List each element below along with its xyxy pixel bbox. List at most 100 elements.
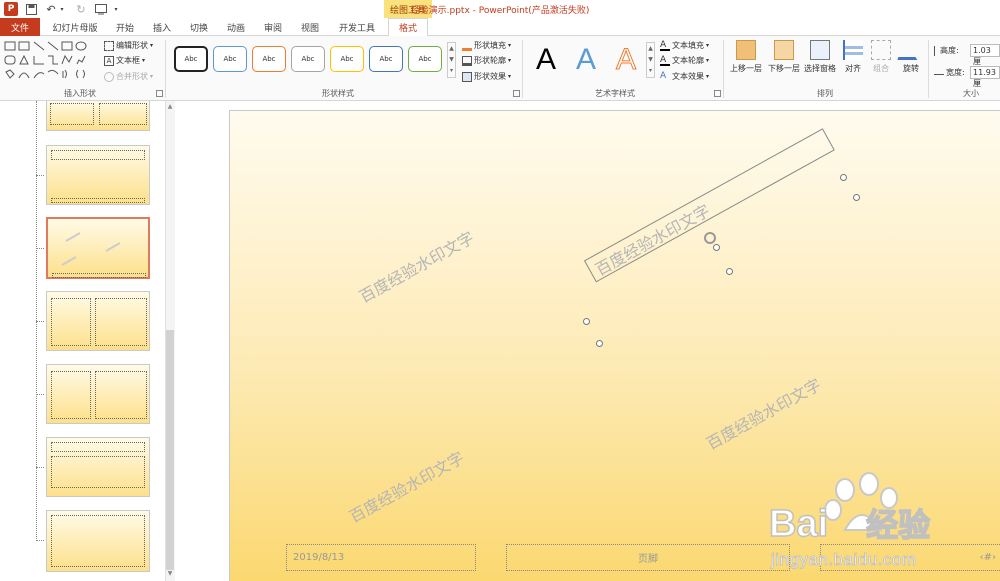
ribbon-tab-bar: 文件 幻灯片母版 开始 插入 切换 动画 审阅 视图 开发工具 格式 [0, 18, 1000, 37]
text-effects-button[interactable]: A 文本效果 ▾ [660, 71, 709, 82]
text-fill-button[interactable]: A 文本填充 ▾ [660, 40, 709, 51]
text-outline-icon: A [660, 55, 670, 66]
title-bar: P ↶ ▾ ↻ ▾ 绘图工具 经验演示.pptx - PowerPoint(产品… [0, 0, 1000, 18]
shape-effects-button[interactable]: 形状效果 ▾ [462, 71, 511, 82]
layout-tree-tick [36, 540, 44, 541]
footer-placeholder[interactable]: 页脚 [506, 544, 790, 571]
shape-outline-button[interactable]: 形状轮廓 ▾ [462, 55, 511, 66]
tab-view[interactable]: 视图 [295, 18, 325, 36]
ribbon: 编辑形状 ▾ A 文本框 ▾ 合并形状 ▾ 插入形状 Abc Abc Abc Abc A… [0, 36, 1000, 101]
scrollbar-thumb[interactable] [166, 330, 174, 570]
scroll-up-icon[interactable]: ▲ [166, 103, 174, 111]
edit-shape-button[interactable]: 编辑形状 ▾ [104, 40, 153, 51]
baidu-logo-text: Bai 经验 [768, 502, 931, 546]
layout-tree-tick [36, 394, 44, 395]
baidu-jingyan-watermark: Bai 经验 jingyan.baidu.com [765, 470, 1000, 581]
resize-handle[interactable] [713, 244, 720, 251]
shape-style-preset-4[interactable]: Abc [291, 46, 325, 72]
slide-thumbnail[interactable] [46, 101, 150, 131]
slide-thumbnail[interactable] [46, 291, 150, 351]
text-effects-icon: A [660, 70, 667, 81]
wordart-launcher[interactable] [714, 90, 721, 97]
height-field[interactable]: 1.03 厘 [970, 44, 1000, 66]
text-fill-icon: A [660, 40, 670, 51]
group-icon [871, 40, 891, 60]
bring-forward-button[interactable]: 上移一层 [726, 40, 766, 88]
wordart-group-label: 艺术字样式 [595, 89, 635, 98]
slide-thumbnail[interactable] [46, 145, 150, 205]
scroll-down-icon[interactable]: ▼ [166, 570, 174, 578]
shape-style-preset-2[interactable]: Abc [213, 46, 247, 72]
text-box-button[interactable]: A 文本框 ▾ [104, 55, 145, 66]
shape-outline-icon [462, 55, 472, 66]
wordart-style-black[interactable]: A [528, 42, 564, 78]
layout-tree-tick [36, 467, 44, 468]
merge-shapes-icon [104, 71, 114, 82]
shape-style-preset-7[interactable]: Abc [408, 46, 442, 72]
rotate-icon [897, 40, 925, 60]
layout-tree-tick [36, 248, 44, 249]
send-backward-icon [774, 40, 794, 60]
tab-format[interactable]: 格式 [388, 18, 428, 37]
shape-effects-icon [462, 71, 472, 82]
width-icon [934, 70, 944, 75]
rotate-handle-icon[interactable] [704, 232, 716, 244]
tab-insert[interactable]: 插入 [147, 18, 177, 36]
shape-styles-launcher[interactable] [513, 90, 520, 97]
tab-developer[interactable]: 开发工具 [332, 18, 382, 36]
shape-styles-scroll[interactable]: ▲ ▼ ▾ [447, 42, 456, 78]
height-icon [934, 45, 938, 56]
tab-review[interactable]: 审阅 [258, 18, 288, 36]
insert-shapes-group-label: 插入形状 [64, 89, 96, 98]
wordart-styles-scroll[interactable]: ▲ ▼ ▾ [646, 42, 655, 78]
shape-style-preset-1[interactable]: Abc [174, 46, 208, 72]
selection-pane-button[interactable]: 选择窗格 [800, 40, 840, 88]
group-button[interactable]: 组合 [868, 40, 894, 88]
tab-slide-master[interactable]: 幻灯片母版 [48, 18, 102, 36]
shape-fill-button[interactable]: 形状填充 ▾ [462, 40, 511, 51]
text-box-icon: A [104, 55, 114, 66]
resize-handle[interactable] [840, 174, 847, 181]
resize-handle[interactable] [583, 318, 590, 325]
layout-tree-tick [36, 175, 44, 176]
tab-file[interactable]: 文件 [0, 18, 40, 36]
shape-fill-icon [462, 41, 472, 51]
send-backward-button[interactable]: 下移一层 [764, 40, 804, 88]
group-separator [928, 40, 929, 98]
resize-handle[interactable] [853, 194, 860, 201]
layout-tree-tick [36, 321, 44, 322]
group-separator [522, 40, 523, 98]
align-button[interactable]: 对齐 [840, 40, 866, 88]
window-title: 经验演示.pptx - PowerPoint(产品激活失败) [410, 6, 590, 16]
slide-thumbnail[interactable] [46, 510, 150, 572]
height-label: 高度: [934, 45, 959, 56]
shapes-gallery[interactable] [3, 40, 97, 84]
merge-shapes-button[interactable]: 合并形状 ▾ [104, 71, 153, 82]
wordart-style-blue[interactable]: A [568, 42, 604, 78]
width-field[interactable]: 11.93 厘 [970, 66, 1000, 88]
slide-thumbnail[interactable] [46, 364, 150, 424]
tab-animations[interactable]: 动画 [221, 18, 251, 36]
align-icon [843, 40, 863, 60]
tab-transitions[interactable]: 切换 [184, 18, 214, 36]
shape-styles-group-label: 形状样式 [322, 89, 354, 98]
bring-forward-icon [736, 40, 756, 60]
slide-thumbnail[interactable] [46, 437, 150, 497]
edit-shape-icon [104, 40, 114, 51]
group-separator [165, 40, 166, 98]
tab-home[interactable]: 开始 [110, 18, 140, 36]
shape-style-preset-6[interactable]: Abc [369, 46, 403, 72]
shape-style-preset-5[interactable]: Abc [330, 46, 364, 72]
selection-pane-icon [810, 40, 830, 60]
arrange-group-label: 排列 [817, 89, 833, 98]
slide-thumbnail-selected[interactable] [46, 217, 150, 279]
rotate-button[interactable]: 旋转 [897, 40, 925, 88]
wordart-style-orange[interactable]: A [608, 42, 644, 78]
resize-handle[interactable] [726, 268, 733, 275]
width-label: 宽度: [934, 67, 965, 78]
insert-shapes-launcher[interactable] [156, 90, 163, 97]
text-outline-button[interactable]: A 文本轮廓 ▾ [660, 55, 709, 66]
shape-style-preset-3[interactable]: Abc [252, 46, 286, 72]
date-placeholder[interactable]: 2019/8/13 [286, 544, 476, 571]
resize-handle[interactable] [596, 340, 603, 347]
